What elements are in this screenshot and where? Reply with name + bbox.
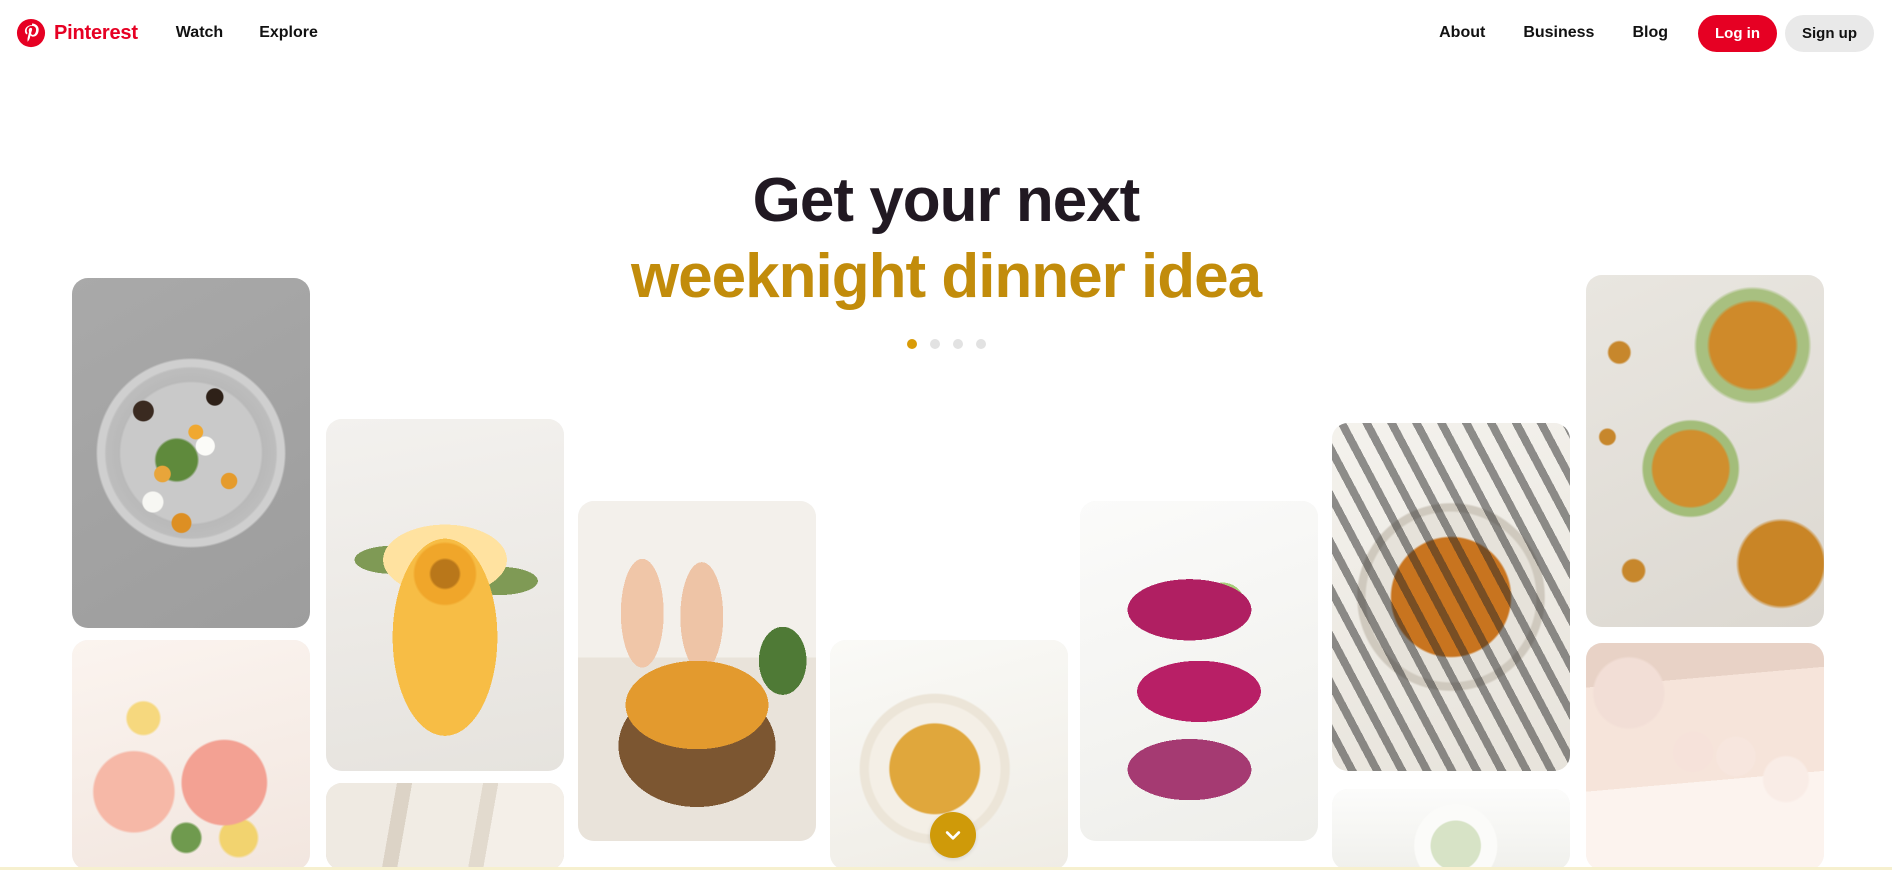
chevron-down-icon: [945, 831, 961, 840]
pin-chickpea-flatbread-image: [1586, 275, 1824, 627]
pin-wood-table-image: [326, 783, 564, 870]
pin-orange-cocktail[interactable]: [326, 419, 564, 771]
pin-grilled-chicken-image: [1332, 423, 1570, 771]
pin-balloons[interactable]: [1586, 643, 1824, 870]
signup-button[interactable]: Sign up: [1785, 14, 1874, 52]
login-button[interactable]: Log in: [1698, 14, 1777, 52]
nav-explore[interactable]: Explore: [245, 17, 332, 49]
hero-carousel-dots: [0, 339, 1892, 350]
pinterest-logo-icon: [16, 18, 46, 48]
pin-chickpea-flatbread[interactable]: [1586, 275, 1824, 627]
carousel-dot-3[interactable]: [952, 339, 963, 350]
pin-beet-salad[interactable]: [72, 278, 310, 628]
carousel-dot-2[interactable]: [929, 339, 940, 350]
pin-orange-cocktail-image: [326, 419, 564, 771]
pin-beet-toast-image: [1080, 501, 1318, 841]
nav-watch[interactable]: Watch: [162, 17, 237, 49]
primary-nav: Watch Explore: [162, 17, 332, 49]
nav-blog[interactable]: Blog: [1616, 17, 1684, 49]
nav-business[interactable]: Business: [1507, 17, 1610, 49]
pin-pink-drinks-image: [72, 640, 310, 870]
scroll-down-button[interactable]: [930, 812, 976, 858]
carousel-dot-4[interactable]: [975, 339, 986, 350]
pin-pink-drinks[interactable]: [72, 640, 310, 870]
secondary-nav: About Business Blog Log in Sign up: [1423, 14, 1874, 52]
pin-wood-table[interactable]: [326, 783, 564, 870]
pin-beet-toast[interactable]: [1080, 501, 1318, 841]
pin-balloons-image: [1586, 643, 1824, 870]
pin-masonry-grid: [0, 0, 1892, 870]
carousel-dot-1[interactable]: [906, 339, 917, 350]
pin-beet-salad-image: [72, 278, 310, 628]
pin-hands-bowl-image: [578, 501, 816, 841]
pin-hands-bowl[interactable]: [578, 501, 816, 841]
brand-name: Pinterest: [54, 22, 138, 44]
pinterest-home-link[interactable]: Pinterest: [8, 14, 146, 52]
pin-grilled-chicken[interactable]: [1332, 423, 1570, 771]
nav-about[interactable]: About: [1423, 17, 1501, 49]
pin-white-plate-image: [1332, 789, 1570, 870]
pin-white-plate[interactable]: [1332, 789, 1570, 870]
site-header: Pinterest Watch Explore About Business B…: [0, 0, 1892, 66]
